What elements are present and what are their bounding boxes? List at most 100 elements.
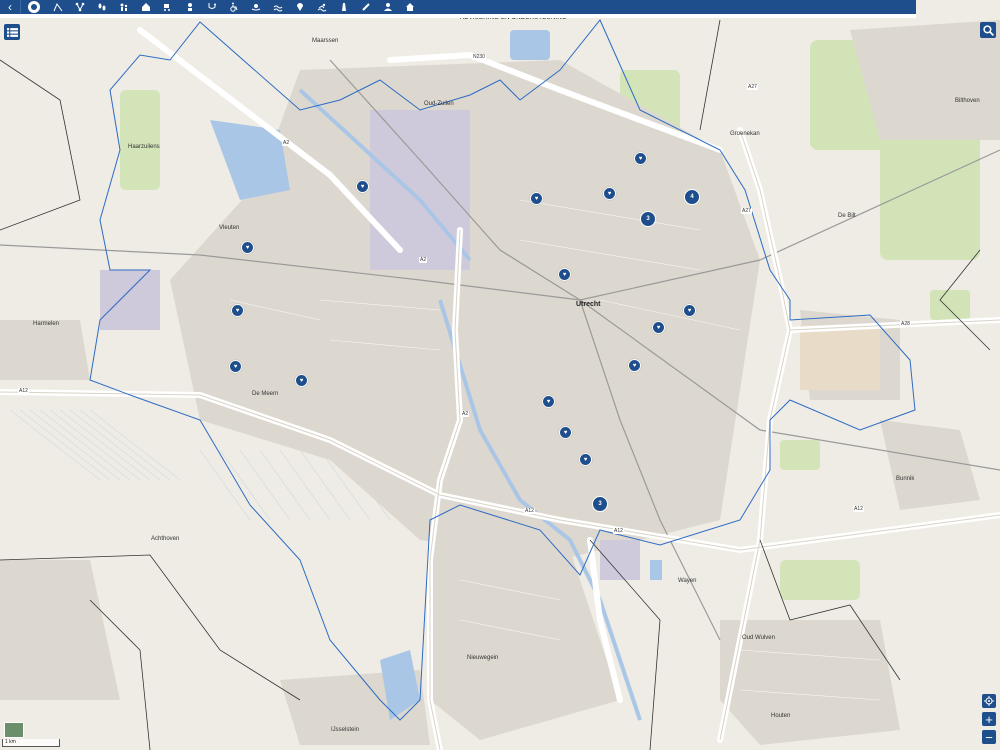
- support-location-marker[interactable]: ♥: [559, 426, 572, 439]
- support-icon: ♥: [583, 456, 588, 463]
- basemap-switcher[interactable]: [4, 722, 24, 738]
- network-icon: [75, 2, 85, 12]
- place-label: Wayen: [678, 578, 697, 584]
- road-label: A2: [419, 257, 428, 263]
- user-icon: [384, 3, 392, 11]
- support-location-marker[interactable]: ♥: [652, 321, 665, 334]
- family-icon: [120, 3, 128, 11]
- category-button-location[interactable]: [289, 0, 311, 14]
- support-location-marker[interactable]: ♥: [558, 268, 571, 281]
- road-label: A2: [282, 140, 291, 146]
- support-icon: [28, 1, 40, 13]
- pram-icon: [164, 4, 170, 11]
- category-button-shelter[interactable]: [135, 0, 157, 14]
- place-label: Achthoven: [151, 536, 180, 542]
- support-location-marker[interactable]: ♥: [241, 241, 254, 254]
- category-button-swim[interactable]: [311, 0, 333, 14]
- care-icon: [251, 4, 261, 11]
- place-label: Vleuten: [219, 225, 240, 231]
- search-icon: [982, 24, 994, 36]
- support-icon: ♥: [687, 307, 692, 314]
- support-location-marker[interactable]: ♥: [542, 395, 555, 408]
- road-label: A27: [741, 208, 752, 214]
- category-button-accessibility[interactable]: [223, 0, 245, 14]
- shelter-icon: [142, 3, 150, 11]
- slide-icon: [53, 2, 63, 12]
- support-icon: ♥: [360, 183, 365, 190]
- category-button-baby[interactable]: [157, 0, 179, 14]
- support-location-marker[interactable]: ♥: [634, 152, 647, 165]
- locate-me-button[interactable]: [982, 694, 996, 708]
- back-button[interactable]: ‹: [0, 0, 21, 14]
- category-button-landmark[interactable]: [333, 0, 355, 14]
- category-button-person[interactable]: [179, 0, 201, 14]
- support-icon: ♥: [632, 362, 637, 369]
- support-location-marker[interactable]: ♥: [231, 304, 244, 317]
- place-label: Harmelen: [33, 321, 60, 327]
- list-icon: [6, 27, 18, 37]
- category-button-health[interactable]: [201, 0, 223, 14]
- road-label: A12: [18, 388, 29, 394]
- toolbar-divider: [0, 14, 916, 18]
- category-button-home[interactable]: [399, 0, 421, 14]
- support-icon: ♥: [638, 155, 643, 162]
- category-button-education[interactable]: [355, 0, 377, 14]
- road-label: A2: [461, 411, 470, 417]
- zoom-in-button[interactable]: +: [982, 712, 996, 727]
- category-button-user[interactable]: [377, 0, 399, 14]
- support-icon: ♥: [563, 429, 568, 436]
- stethoscope-icon: [208, 3, 216, 9]
- support-location-marker[interactable]: ♥: [295, 374, 308, 387]
- category-button-water[interactable]: [267, 0, 289, 14]
- category-button-support[interactable]: [21, 0, 47, 14]
- category-button-walk[interactable]: [91, 0, 113, 14]
- place-label: Haarzuilens: [128, 144, 160, 150]
- category-button-network[interactable]: [69, 0, 91, 14]
- support-location-marker[interactable]: ♥: [579, 453, 592, 466]
- support-location-marker[interactable]: ♥: [603, 187, 616, 200]
- marker-cluster[interactable]: 3: [640, 211, 656, 227]
- zoom-out-button[interactable]: −: [982, 730, 996, 745]
- marker-cluster[interactable]: 3: [592, 496, 608, 512]
- support-location-marker[interactable]: ♥: [683, 304, 696, 317]
- place-label: Bunnik: [896, 476, 915, 482]
- place-label: IJsselstein: [331, 727, 360, 733]
- support-location-marker[interactable]: ♥: [356, 180, 369, 193]
- chevron-left-icon: ‹: [8, 0, 12, 14]
- support-icon: ♥: [546, 398, 551, 405]
- map-base-layer: [0, 0, 1000, 750]
- support-icon: ♥: [233, 363, 238, 370]
- scale-bar: 1 km: [2, 739, 60, 747]
- category-button-play[interactable]: [47, 0, 69, 14]
- map-canvas[interactable]: Maarssen Oud-Zuilen Bilthoven Groenekan …: [0, 0, 1000, 750]
- marker-cluster[interactable]: 4: [684, 189, 700, 205]
- place-label: Bilthoven: [955, 98, 980, 104]
- road-label: N230: [472, 54, 486, 60]
- place-label: Oud Wulven: [742, 635, 775, 641]
- place-label: Nieuwegein: [467, 655, 499, 661]
- support-location-marker[interactable]: ♥: [628, 359, 641, 372]
- tower-icon: [342, 3, 346, 11]
- category-toolbar: ‹: [0, 0, 916, 14]
- search-button[interactable]: [980, 22, 996, 38]
- support-icon: ♥: [235, 307, 240, 314]
- road-label: A28: [900, 321, 911, 327]
- support-icon: ♥: [656, 324, 661, 331]
- place-label: Maarssen: [312, 38, 339, 44]
- place-label: De Meern: [252, 391, 279, 397]
- layer-list-button[interactable]: [4, 24, 20, 40]
- support-icon: ♥: [534, 195, 539, 202]
- person-icon: [188, 3, 192, 11]
- locate-icon: [984, 696, 994, 706]
- support-icon: ♥: [299, 377, 304, 384]
- category-button-care[interactable]: [245, 0, 267, 14]
- road-label: A12: [524, 508, 535, 514]
- support-location-marker[interactable]: ♥: [530, 192, 543, 205]
- category-button-family[interactable]: [113, 0, 135, 14]
- wave-icon: [273, 5, 283, 12]
- swimmer-icon: [317, 3, 327, 12]
- place-label: Groenekan: [730, 131, 760, 137]
- pencil-icon: [362, 3, 370, 11]
- place-label: De Bilt: [838, 213, 856, 219]
- support-location-marker[interactable]: ♥: [229, 360, 242, 373]
